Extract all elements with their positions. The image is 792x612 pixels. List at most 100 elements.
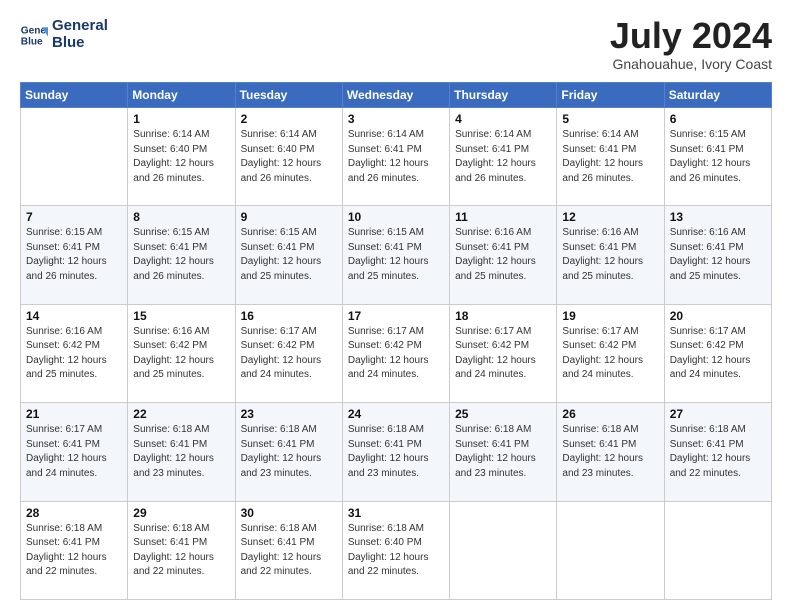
calendar-cell: 8 Sunrise: 6:15 AMSunset: 6:41 PMDaylight… — [128, 206, 235, 304]
location-subtitle: Gnahouahue, Ivory Coast — [610, 56, 772, 72]
day-number: 19 — [562, 309, 658, 323]
day-number: 29 — [133, 506, 229, 520]
calendar-table: Sunday Monday Tuesday Wednesday Thursday… — [20, 82, 772, 600]
day-info: Sunrise: 6:18 AMSunset: 6:41 PMDaylight:… — [455, 423, 551, 481]
day-info: Sunrise: 6:14 AMSunset: 6:40 PMDaylight:… — [241, 128, 337, 186]
day-number: 30 — [241, 506, 337, 520]
calendar-cell: 20Sunrise: 6:17 AMSunset: 6:42 PMDayligh… — [664, 304, 771, 402]
day-info: Sunrise: 6:17 AMSunset: 6:42 PMDaylight:… — [348, 325, 444, 383]
calendar-cell: 29Sunrise: 6:18 AMSunset: 6:41 PMDayligh… — [128, 501, 235, 599]
calendar-week-1: 1 Sunrise: 6:14 AMSunset: 6:40 PMDaylight… — [21, 108, 772, 206]
day-info: Sunrise: 6:16 AMSunset: 6:41 PMDaylight:… — [562, 226, 658, 284]
calendar-header-row: Sunday Monday Tuesday Wednesday Thursday… — [21, 83, 772, 108]
day-info: Sunrise: 6:18 AMSunset: 6:41 PMDaylight:… — [241, 522, 337, 580]
calendar-cell: 7 Sunrise: 6:15 AMSunset: 6:41 PMDaylight… — [21, 206, 128, 304]
day-info: Sunrise: 6:18 AMSunset: 6:40 PMDaylight:… — [348, 522, 444, 580]
day-number: 31 — [348, 506, 444, 520]
day-number: 14 — [26, 309, 122, 323]
calendar-cell: 10 Sunrise: 6:15 AMSunset: 6:41 PMDayligh… — [342, 206, 449, 304]
calendar-cell: 22 Sunrise: 6:18 AMSunset: 6:41 PMDayligh… — [128, 403, 235, 501]
day-number: 9 — [241, 210, 337, 224]
day-number: 10 — [348, 210, 444, 224]
day-info: Sunrise: 6:15 AMSunset: 6:41 PMDaylight:… — [26, 226, 122, 284]
day-number: 7 — [26, 210, 122, 224]
day-number: 21 — [26, 407, 122, 421]
day-number: 3 — [348, 112, 444, 126]
calendar-cell — [450, 501, 557, 599]
day-number: 13 — [670, 210, 766, 224]
month-title: July 2024 — [610, 18, 772, 54]
day-info: Sunrise: 6:15 AMSunset: 6:41 PMDaylight:… — [348, 226, 444, 284]
calendar-cell: 3 Sunrise: 6:14 AMSunset: 6:41 PMDaylight… — [342, 108, 449, 206]
day-info: Sunrise: 6:18 AMSunset: 6:41 PMDaylight:… — [670, 423, 766, 481]
day-info: Sunrise: 6:14 AMSunset: 6:40 PMDaylight:… — [133, 128, 229, 186]
logo: General Blue General Blue — [20, 18, 108, 51]
calendar-cell: 26Sunrise: 6:18 AMSunset: 6:41 PMDayligh… — [557, 403, 664, 501]
day-number: 2 — [241, 112, 337, 126]
header-wednesday: Wednesday — [342, 83, 449, 108]
calendar-week-5: 28 Sunrise: 6:18 AMSunset: 6:41 PMDayligh… — [21, 501, 772, 599]
day-info: Sunrise: 6:14 AMSunset: 6:41 PMDaylight:… — [455, 128, 551, 186]
day-info: Sunrise: 6:16 AMSunset: 6:42 PMDaylight:… — [26, 325, 122, 383]
calendar-cell: 30 Sunrise: 6:18 AMSunset: 6:41 PMDayligh… — [235, 501, 342, 599]
calendar-cell: 31 Sunrise: 6:18 AMSunset: 6:40 PMDayligh… — [342, 501, 449, 599]
calendar-cell: 13 Sunrise: 6:16 AMSunset: 6:41 PMDayligh… — [664, 206, 771, 304]
calendar-cell — [664, 501, 771, 599]
logo-text-general: General — [52, 18, 108, 35]
svg-text:Blue: Blue — [21, 36, 43, 47]
header-saturday: Saturday — [664, 83, 771, 108]
calendar-cell — [557, 501, 664, 599]
calendar-cell: 6Sunrise: 6:15 AMSunset: 6:41 PMDaylight… — [664, 108, 771, 206]
day-number: 22 — [133, 407, 229, 421]
day-number: 23 — [241, 407, 337, 421]
day-number: 18 — [455, 309, 551, 323]
day-info: Sunrise: 6:18 AMSunset: 6:41 PMDaylight:… — [133, 423, 229, 481]
day-number: 15 — [133, 309, 229, 323]
day-info: Sunrise: 6:17 AMSunset: 6:42 PMDaylight:… — [455, 325, 551, 383]
calendar-cell: 16 Sunrise: 6:17 AMSunset: 6:42 PMDayligh… — [235, 304, 342, 402]
day-info: Sunrise: 6:17 AMSunset: 6:42 PMDaylight:… — [241, 325, 337, 383]
calendar-cell: 23Sunrise: 6:18 AMSunset: 6:41 PMDayligh… — [235, 403, 342, 501]
calendar-cell: 28 Sunrise: 6:18 AMSunset: 6:41 PMDayligh… — [21, 501, 128, 599]
calendar-cell: 14 Sunrise: 6:16 AMSunset: 6:42 PMDayligh… — [21, 304, 128, 402]
day-info: Sunrise: 6:16 AMSunset: 6:41 PMDaylight:… — [670, 226, 766, 284]
day-info: Sunrise: 6:14 AMSunset: 6:41 PMDaylight:… — [348, 128, 444, 186]
day-info: Sunrise: 6:16 AMSunset: 6:42 PMDaylight:… — [133, 325, 229, 383]
calendar-cell: 9Sunrise: 6:15 AMSunset: 6:41 PMDaylight… — [235, 206, 342, 304]
day-info: Sunrise: 6:16 AMSunset: 6:41 PMDaylight:… — [455, 226, 551, 284]
calendar-cell: 18 Sunrise: 6:17 AMSunset: 6:42 PMDayligh… — [450, 304, 557, 402]
day-number: 12 — [562, 210, 658, 224]
day-info: Sunrise: 6:15 AMSunset: 6:41 PMDaylight:… — [670, 128, 766, 186]
day-number: 24 — [348, 407, 444, 421]
calendar-cell: 24 Sunrise: 6:18 AMSunset: 6:41 PMDayligh… — [342, 403, 449, 501]
calendar-week-3: 14 Sunrise: 6:16 AMSunset: 6:42 PMDayligh… — [21, 304, 772, 402]
header-tuesday: Tuesday — [235, 83, 342, 108]
header-sunday: Sunday — [21, 83, 128, 108]
calendar-cell: 19Sunrise: 6:17 AMSunset: 6:42 PMDayligh… — [557, 304, 664, 402]
day-number: 1 — [133, 112, 229, 126]
day-number: 28 — [26, 506, 122, 520]
day-number: 17 — [348, 309, 444, 323]
day-number: 16 — [241, 309, 337, 323]
day-info: Sunrise: 6:18 AMSunset: 6:41 PMDaylight:… — [348, 423, 444, 481]
day-number: 25 — [455, 407, 551, 421]
calendar-cell: 25 Sunrise: 6:18 AMSunset: 6:41 PMDayligh… — [450, 403, 557, 501]
calendar-cell: 1 Sunrise: 6:14 AMSunset: 6:40 PMDaylight… — [128, 108, 235, 206]
day-number: 8 — [133, 210, 229, 224]
day-info: Sunrise: 6:15 AMSunset: 6:41 PMDaylight:… — [133, 226, 229, 284]
calendar-cell: 5Sunrise: 6:14 AMSunset: 6:41 PMDaylight… — [557, 108, 664, 206]
day-number: 11 — [455, 210, 551, 224]
day-number: 5 — [562, 112, 658, 126]
day-number: 20 — [670, 309, 766, 323]
title-block: July 2024 Gnahouahue, Ivory Coast — [610, 18, 772, 72]
logo-text-blue: Blue — [52, 35, 108, 52]
svg-text:General: General — [21, 25, 48, 36]
calendar-week-2: 7 Sunrise: 6:15 AMSunset: 6:41 PMDaylight… — [21, 206, 772, 304]
calendar-cell: 12 Sunrise: 6:16 AMSunset: 6:41 PMDayligh… — [557, 206, 664, 304]
day-info: Sunrise: 6:18 AMSunset: 6:41 PMDaylight:… — [26, 522, 122, 580]
day-info: Sunrise: 6:17 AMSunset: 6:41 PMDaylight:… — [26, 423, 122, 481]
header: General Blue General Blue July 2024 Gnah… — [20, 18, 772, 72]
calendar-cell: 17 Sunrise: 6:17 AMSunset: 6:42 PMDayligh… — [342, 304, 449, 402]
calendar-cell: 4Sunrise: 6:14 AMSunset: 6:41 PMDaylight… — [450, 108, 557, 206]
calendar-cell: 11 Sunrise: 6:16 AMSunset: 6:41 PMDayligh… — [450, 206, 557, 304]
